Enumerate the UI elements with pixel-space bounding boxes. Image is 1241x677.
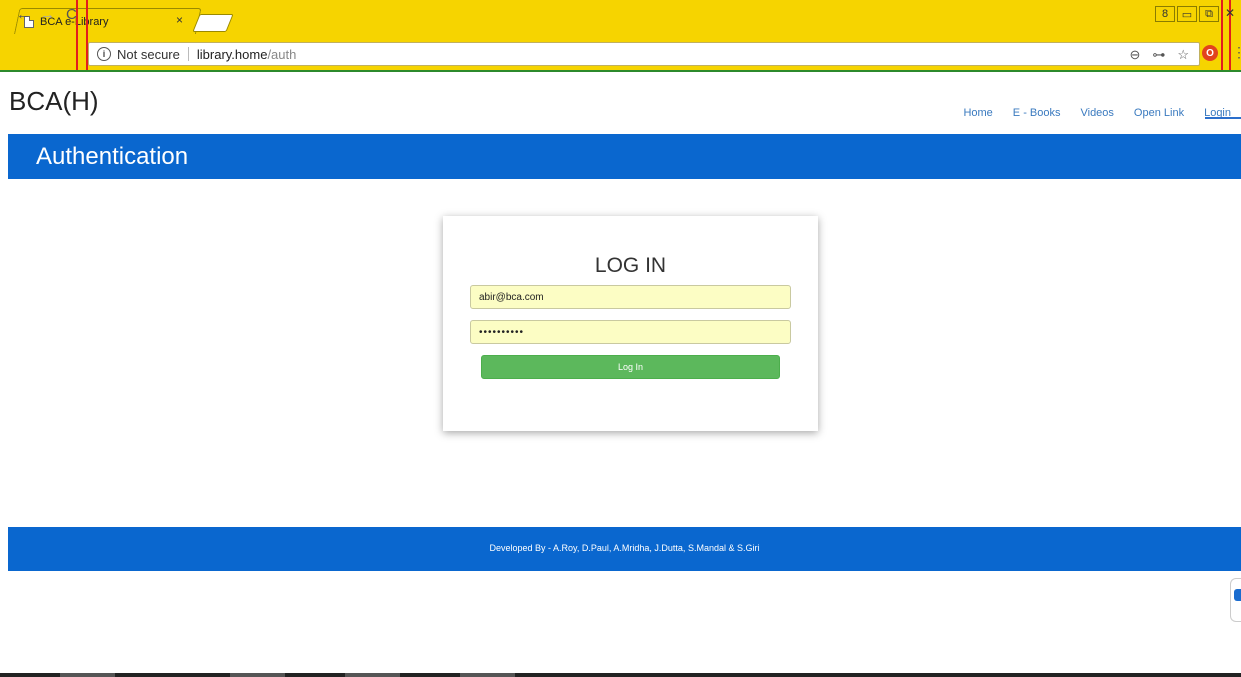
nav-link-open-link[interactable]: Open Link <box>1124 106 1194 120</box>
back-arrow-icon[interactable]: ← <box>16 6 31 23</box>
page-title-band: Authentication <box>8 134 1241 179</box>
site-header: BCA(H) Home E - Books Videos Open Link L… <box>0 72 1241 134</box>
restore-button[interactable]: ⧉ <box>1199 6 1219 22</box>
email-field[interactable] <box>470 285 791 309</box>
side-widget-icon[interactable] <box>1234 589 1241 601</box>
minimize-button[interactable]: ▭ <box>1177 6 1197 22</box>
tab-close-icon[interactable]: × <box>176 13 183 27</box>
login-heading: LOG IN <box>594 254 667 277</box>
taskbar-item[interactable] <box>60 673 115 677</box>
security-label: Not secure <box>117 46 180 62</box>
browser-menu-icon[interactable]: ⋮ <box>1232 44 1241 61</box>
bookmark-star-icon[interactable]: ☆ <box>1177 47 1189 63</box>
password-field[interactable] <box>470 320 791 344</box>
footer-credits: Developed By - A.Roy, D.Paul, A.Mridha, … <box>489 543 760 553</box>
address-bar[interactable]: i Not secure library.home /auth ⊖ ⊶ ☆ <box>88 42 1200 66</box>
login-card: LOG IN Log In <box>443 216 818 431</box>
zoom-icon[interactable]: ⊖ <box>1129 47 1140 63</box>
page-title: Authentication <box>36 143 189 170</box>
nav-link-home[interactable]: Home <box>953 106 1002 120</box>
url-host: library.home <box>196 46 268 62</box>
site-footer: Developed By - A.Roy, D.Paul, A.Mridha, … <box>8 527 1241 571</box>
key-icon[interactable]: ⊶ <box>1152 47 1165 63</box>
reload-icon[interactable]: C <box>66 6 77 23</box>
user-profile-icon[interactable]: 8 <box>1155 6 1175 22</box>
url-path: /auth <box>267 46 297 62</box>
window-close-button[interactable]: ✕ <box>1225 6 1235 20</box>
address-bar-actions: ⊖ ⊶ ☆ <box>1129 47 1189 63</box>
taskbar-item[interactable] <box>460 673 515 677</box>
taskbar-item[interactable] <box>345 673 400 677</box>
active-nav-indicator <box>1205 117 1241 119</box>
extension-shield-icon[interactable]: O <box>1202 45 1218 61</box>
info-icon[interactable]: i <box>97 47 111 61</box>
taskbar-item[interactable] <box>230 673 285 677</box>
address-separator <box>187 47 189 61</box>
site-brand[interactable]: BCA(H) <box>9 86 99 117</box>
new-tab-button[interactable] <box>192 14 234 32</box>
nav-link-videos[interactable]: Videos <box>1070 106 1123 120</box>
forward-arrow-icon[interactable]: → <box>40 6 55 23</box>
nav-link-ebooks[interactable]: E - Books <box>1003 106 1071 120</box>
window-controls: 8 ▭ ⧉ <box>1155 6 1219 22</box>
taskbar <box>0 673 1241 677</box>
top-navigation: Home E - Books Videos Open Link Login <box>953 90 1241 120</box>
browser-chrome: BCA e-Library × 8 ▭ ⧉ ✕ ← → C i Not secu… <box>0 0 1241 72</box>
overlay-guide-line <box>1221 0 1223 72</box>
login-button[interactable]: Log In <box>481 355 780 379</box>
